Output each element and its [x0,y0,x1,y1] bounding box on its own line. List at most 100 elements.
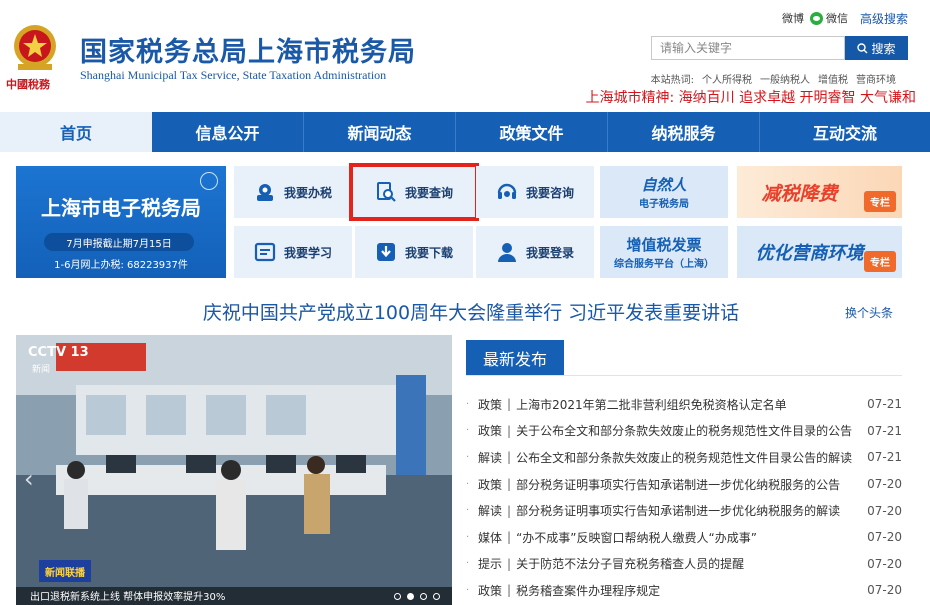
bullet: · [466,478,470,490]
nav-item-interaction[interactable]: 互动交流 [760,112,930,152]
list-item[interactable]: · 政策 | 关于公布全文和部分条款失效废止的税务规范性文件目录的公告 07-2… [466,418,902,445]
business-env-title: 优化营商环境 [755,243,864,264]
service-label: 我要咨询 [525,185,574,200]
nav-item-policy[interactable]: 政策文件 [456,112,608,152]
news-date: 07-20 [867,530,902,545]
separator: | [507,583,512,598]
headline[interactable]: 庆祝中国共产党成立100周年大会隆重举行 习近平发表重要讲话 [0,298,930,325]
natural-person-title: 自然人 [641,176,687,194]
carousel-dot-active[interactable] [407,593,414,600]
service-handle-tax[interactable]: 我要办税 [234,166,352,218]
wechat-icon[interactable] [809,11,823,25]
carousel-dot[interactable] [420,593,427,600]
news-title[interactable]: “办不成事”反映窗口帮纳税人缴费人“办成事” [516,529,862,546]
list-item[interactable]: · 媒体 | “办不成事”反映窗口帮纳税人缴费人“办成事” 07-20 [466,524,902,551]
list-item[interactable]: · 解读 | 部分税务证明事项实行告知承诺制进一步优化纳税服务的解读 07-20 [466,497,902,524]
study-icon [254,242,276,262]
site-header: 中國稅務 国家税务总局上海市税务局 Shanghai Municipal Tax… [0,0,930,112]
bullet: · [466,425,470,437]
separator: | [507,477,512,492]
top-links: 微博 微信 高级搜索 [782,10,908,26]
news-title[interactable]: 部分税务证明事项实行告知承诺制进一步优化纳税服务的解读 [516,502,862,519]
list-item[interactable]: · 提示 | 关于防范不法分子冒充税务稽查人员的提醒 07-20 [466,551,902,578]
news-date: 07-20 [867,583,902,598]
search-button-label: 搜索 [871,41,896,56]
nav-item-home[interactable]: 首页 [0,112,152,152]
news-title[interactable]: 关于防范不法分子冒充税务稽查人员的提醒 [516,555,862,572]
nav-item-news[interactable]: 新闻动态 [304,112,456,152]
service-query[interactable]: 我要查询 [349,163,479,221]
vat-invoice-title: 增值税发票 [626,236,702,254]
business-env-tile[interactable]: 优化营商环境 专栏 [737,226,902,278]
login-icon [497,243,516,262]
weibo-link[interactable]: 微博 [782,10,804,26]
weixin-link[interactable]: 微信 [826,10,848,26]
vat-invoice-tile[interactable]: 增值税发票 综合服务平台（上海） [600,226,728,278]
etax-title: 上海市电子税务局 [41,196,201,220]
tax-cut-title: 减税降费 [761,182,838,205]
hot-word[interactable]: 营商环境 [856,71,896,86]
advanced-search-link[interactable]: 高级搜索 [860,10,908,27]
carousel-dot[interactable] [433,593,440,600]
service-consult[interactable]: 我要咨询 [476,166,594,218]
news-carousel[interactable]: CCTV 13 新闻 ‹ 新闻联播 出口退税新系统上线 帮体申报效率提升30% [16,335,452,605]
site-title[interactable]: 国家税务总局上海市税务局 [80,30,416,69]
site-title-en: Shanghai Municipal Tax Service, State Ta… [80,68,387,82]
hot-word[interactable]: 一般纳税人 [760,71,810,86]
business-env-tag: 专栏 [864,251,896,272]
change-headline-link[interactable]: 换个头条 [845,304,893,321]
list-item[interactable]: · 政策 | 上海市2021年第二批非营利组织免税资格认定名单 07-21 [466,391,902,418]
search-icon [857,42,868,53]
news-category: 解读 [478,450,503,465]
carousel-dot[interactable] [394,593,401,600]
hot-word[interactable]: 增值税 [818,71,848,86]
etax-search-icon [200,172,218,190]
service-label: 我要学习 [283,245,332,260]
carousel-dots [394,593,440,600]
news-date: 07-20 [867,556,902,571]
carousel-caption[interactable]: 出口退税新系统上线 帮体申报效率提升30% [30,588,225,603]
news-category: 媒体 [478,530,503,545]
tax-cut-tag: 专栏 [864,191,896,212]
handle-tax-icon [256,184,273,201]
list-item[interactable]: · 政策 | 税务稽查案件办理程序规定 07-20 [466,577,902,604]
news-title[interactable]: 上海市2021年第二批非营利组织免税资格认定名单 [516,396,862,413]
news-title[interactable]: 部分税务证明事项实行告知承诺制进一步优化纳税服务的公告 [516,476,862,493]
emblem-text: 中國稅務 [6,78,50,91]
service-login[interactable]: 我要登录 [476,226,594,278]
service-label: 我要查询 [404,185,453,200]
news-list: · 政策 | 上海市2021年第二批非营利组织免税资格认定名单 07-21 · … [466,391,902,604]
search-input[interactable] [651,36,845,60]
news-category: 解读 [478,504,503,519]
city-spirit: 上海城市精神: 海纳百川 追求卓越 开明睿智 大气谦和 [585,90,916,106]
list-item[interactable]: · 政策 | 部分税务证明事项实行告知承诺制进一步优化纳税服务的公告 07-20 [466,471,902,498]
nav-item-info[interactable]: 信息公开 [152,112,304,152]
news-title[interactable]: 关于公布全文和部分条款失效废止的税务规范性文件目录的公告 [516,422,862,439]
tab-latest-news[interactable]: 最新发布 [466,340,564,376]
bullet: · [466,451,470,463]
etax-deadline: 7月申报截止期7月15日 [44,233,194,251]
tax-cut-tile[interactable]: 减税降费 专栏 [737,166,902,218]
natural-person-tile[interactable]: 自然人 电子税务局 [600,166,728,218]
separator: | [507,530,512,545]
service-download[interactable]: 我要下载 [355,226,473,278]
news-date: 07-20 [867,503,902,518]
list-item[interactable]: · 解读 | 公布全文和部分条款失效废止的税务规范性文件目录公告的解读 07-2… [466,444,902,471]
news-divider [466,375,902,376]
carousel-prev-icon[interactable]: ‹ [24,465,34,493]
news-category: 政策 [478,583,503,598]
news-title[interactable]: 公布全文和部分条款失效废止的税务规范性文件目录公告的解读 [516,449,862,466]
etax-banner[interactable]: 上海市电子税务局 7月申报截止期7月15日 1-6月网上办税: 68223937… [16,166,226,278]
nav-item-service[interactable]: 纳税服务 [608,112,760,152]
service-study[interactable]: 我要学习 [234,226,352,278]
news-title[interactable]: 税务稽查案件办理程序规定 [516,582,862,599]
tax-emblem-icon[interactable] [6,22,64,72]
consult-icon [497,183,517,199]
vat-invoice-sub: 综合服务平台（上海） [614,259,714,270]
bullet: · [466,584,470,596]
hot-word[interactable]: 个人所得税 [702,71,752,86]
service-label: 我要办税 [283,185,332,200]
search-button[interactable]: 搜索 [845,36,908,60]
news-category: 政策 [478,424,503,439]
download-icon [376,243,395,261]
